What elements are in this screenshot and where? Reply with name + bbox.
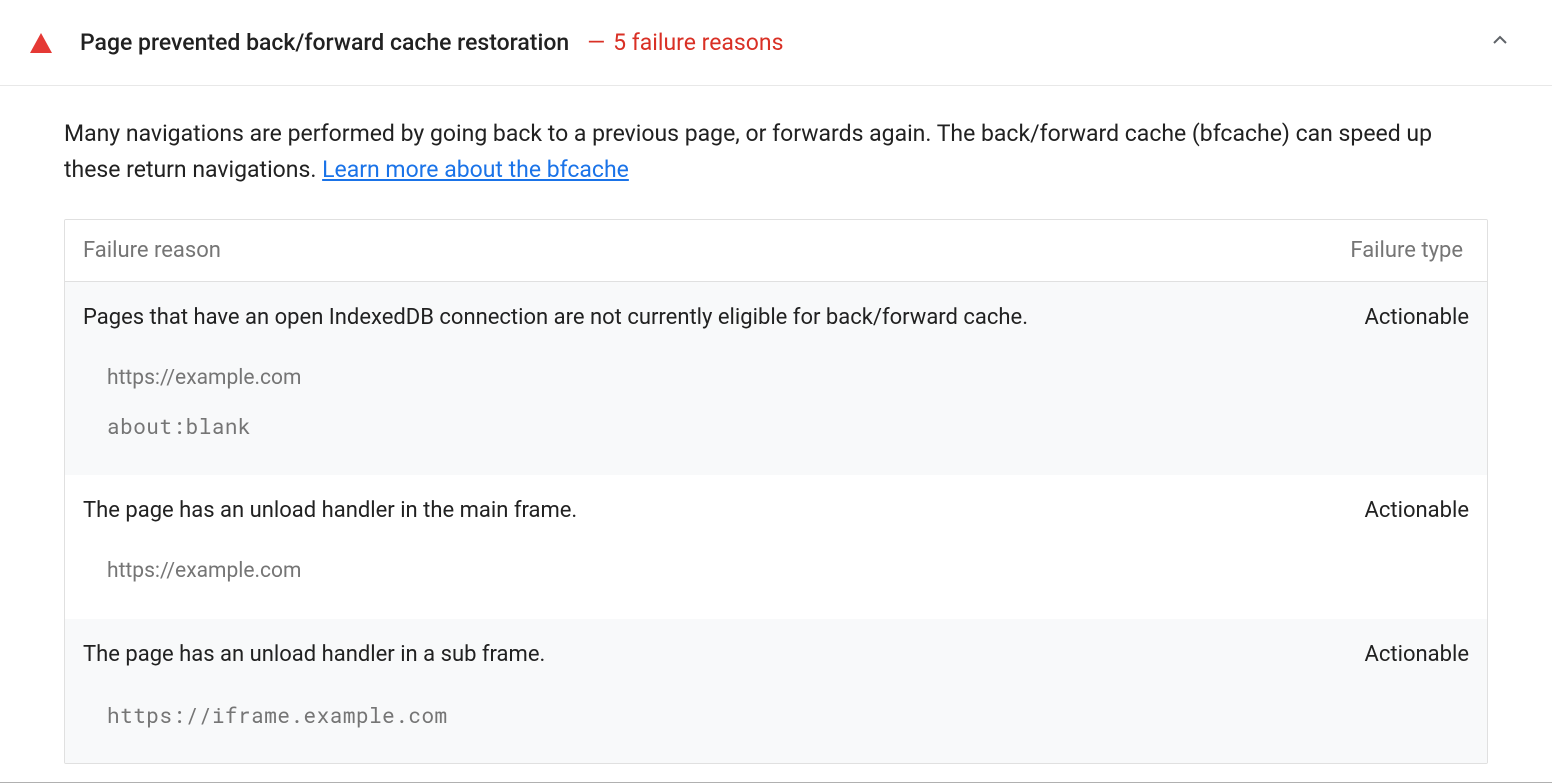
url-item: about:blank [107, 402, 1469, 450]
row-content: The page has an unload handler in the ma… [83, 495, 1469, 527]
table-row: The page has an unload handler in a sub … [65, 619, 1487, 763]
table-row: The page has an unload handler in the ma… [65, 475, 1487, 619]
row-content: The page has an unload handler in a sub … [83, 639, 1469, 671]
audit-header[interactable]: Page prevented back/forward cache restor… [0, 0, 1552, 86]
audit-body: Many navigations are performed by going … [0, 86, 1552, 764]
failure-type: Actionable [1341, 305, 1469, 330]
url-list: https://example.comabout:blank [83, 354, 1469, 451]
url-list: https://example.com [83, 547, 1469, 595]
url-item: https://example.com [107, 354, 1469, 402]
failure-type: Actionable [1341, 498, 1469, 523]
description-text: Many navigations are performed by going … [64, 120, 1432, 183]
warning-triangle-icon [30, 33, 52, 53]
table-row: Pages that have an open IndexedDB connec… [65, 282, 1487, 474]
failure-table: Failure reason Failure type Pages that h… [64, 219, 1488, 764]
url-list: https://iframe.example.com [83, 691, 1469, 739]
dash-separator: — [587, 29, 605, 56]
failure-type: Actionable [1341, 642, 1469, 667]
failure-reason: The page has an unload handler in a sub … [83, 639, 1341, 671]
column-header-type: Failure type [1350, 238, 1469, 263]
url-item: https://iframe.example.com [107, 691, 1469, 739]
table-header-row: Failure reason Failure type [65, 220, 1487, 282]
audit-summary: — 5 failure reasons [587, 29, 783, 56]
url-item: https://example.com [107, 547, 1469, 595]
failure-count: 5 failure reasons [613, 29, 783, 56]
row-content: Pages that have an open IndexedDB connec… [83, 302, 1469, 334]
audit-title: Page prevented back/forward cache restor… [80, 29, 569, 56]
learn-more-link[interactable]: Learn more about the bfcache [322, 156, 629, 183]
failure-reason: The page has an unload handler in the ma… [83, 495, 1341, 527]
chevron-up-icon[interactable] [1488, 28, 1522, 57]
audit-description: Many navigations are performed by going … [64, 116, 1488, 187]
column-header-reason: Failure reason [83, 238, 1350, 263]
failure-reason: Pages that have an open IndexedDB connec… [83, 302, 1341, 334]
